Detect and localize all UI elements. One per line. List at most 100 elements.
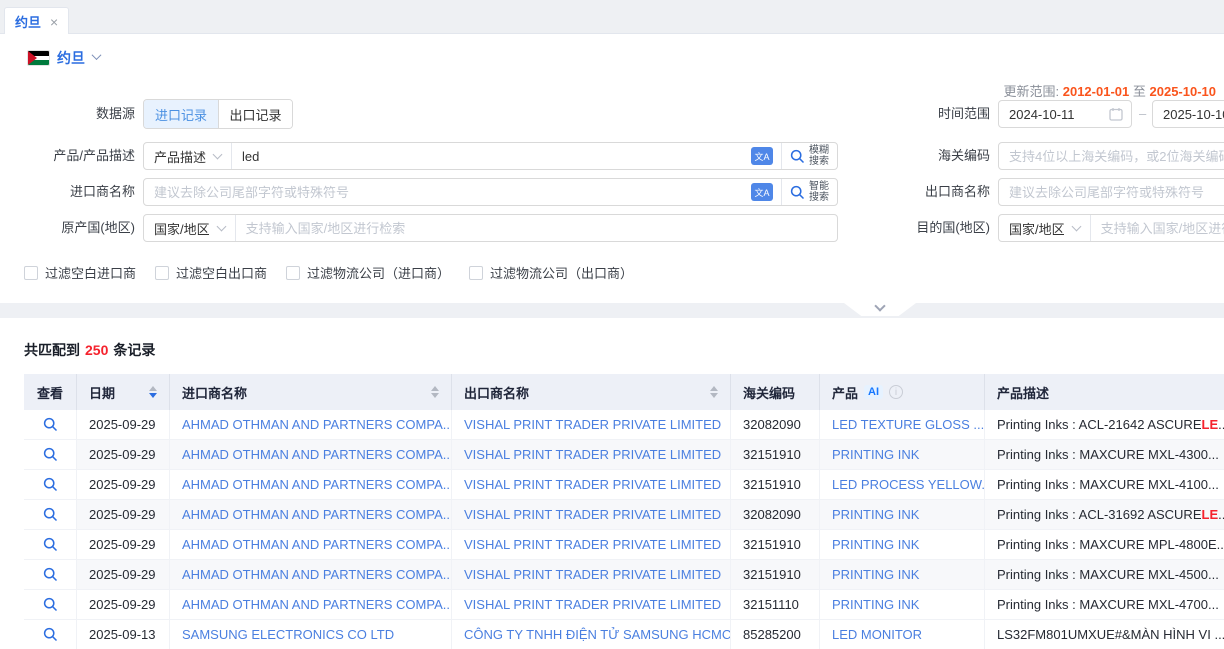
checkbox-filter-logistics-exporter[interactable]: 过滤物流公司（出口商） bbox=[469, 263, 633, 282]
table-row: 2025-09-13SAMSUNG ELECTRONICS CO LTDCÔNG… bbox=[24, 620, 1224, 649]
table-row: 2025-09-29AHMAD OTHMAN AND PARTNERS COMP… bbox=[24, 560, 1224, 590]
time-range-start-input[interactable] bbox=[999, 101, 1101, 127]
description-cell: Printing Inks : ACL-31692 ASCURE LE... bbox=[985, 500, 1224, 530]
destination-label: 目的国(地区) bbox=[860, 214, 990, 242]
description-cell: Printing Inks : MAXCURE MPL-4800E... bbox=[985, 530, 1224, 560]
importer-name-input[interactable] bbox=[144, 179, 743, 205]
hs-code-input[interactable] bbox=[999, 143, 1224, 169]
importer-link[interactable]: AHMAD OTHMAN AND PARTNERS COMPA... bbox=[170, 470, 452, 500]
column-header-exporter[interactable]: 出口商名称 bbox=[452, 374, 731, 410]
description-cell: Printing Inks : MAXCURE MXL-4100... bbox=[985, 470, 1224, 500]
view-record-button[interactable] bbox=[24, 530, 77, 560]
exporter-link[interactable]: VISHAL PRINT TRADER PRIVATE LIMITED bbox=[452, 440, 731, 470]
magnifier-icon bbox=[43, 537, 58, 552]
description-cell: Printing Inks : MAXCURE MXL-4300... bbox=[985, 440, 1224, 470]
product-link[interactable]: PRINTING INK bbox=[820, 590, 985, 620]
country-name: 约旦 bbox=[57, 48, 85, 68]
tab-jordan[interactable]: 约旦 × bbox=[4, 7, 69, 35]
importer-link[interactable]: AHMAD OTHMAN AND PARTNERS COMPA... bbox=[170, 410, 452, 440]
sort-icon-importer[interactable] bbox=[423, 386, 439, 398]
datasource-export-button[interactable]: 出口记录 bbox=[218, 100, 292, 128]
checkbox-icon[interactable] bbox=[286, 266, 300, 280]
sort-icon-date[interactable] bbox=[141, 386, 157, 398]
checkbox-filter-blank-exporter[interactable]: 过滤空白出口商 bbox=[155, 263, 267, 282]
checkbox-icon[interactable] bbox=[155, 266, 169, 280]
view-record-button[interactable] bbox=[24, 560, 77, 590]
view-record-button[interactable] bbox=[24, 470, 77, 500]
magnifier-icon bbox=[790, 185, 805, 200]
view-record-button[interactable] bbox=[24, 620, 77, 649]
product-link[interactable]: PRINTING INK bbox=[820, 530, 985, 560]
checkbox-filter-blank-importer[interactable]: 过滤空白进口商 bbox=[24, 263, 136, 282]
time-range-label: 时间范围 bbox=[860, 100, 990, 128]
date-cell: 2025-09-29 bbox=[77, 470, 170, 500]
collapse-panel-button[interactable] bbox=[844, 303, 916, 316]
jordan-flag-icon bbox=[28, 51, 49, 65]
hs-code-cell: 32151910 bbox=[731, 440, 820, 470]
product-field-select[interactable]: 产品描述 bbox=[144, 143, 231, 169]
datasource-import-button[interactable]: 进口记录 bbox=[144, 100, 218, 128]
table-row: 2025-09-29AHMAD OTHMAN AND PARTNERS COMP… bbox=[24, 590, 1224, 620]
view-record-button[interactable] bbox=[24, 590, 77, 620]
importer-link[interactable]: SAMSUNG ELECTRONICS CO LTD bbox=[170, 620, 452, 649]
chevron-down-icon bbox=[213, 149, 223, 159]
exporter-link[interactable]: VISHAL PRINT TRADER PRIVATE LIMITED bbox=[452, 560, 731, 590]
magnifier-icon bbox=[43, 477, 58, 492]
product-link[interactable]: LED MONITOR bbox=[820, 620, 985, 649]
origin-country-select[interactable]: 国家/地区 bbox=[144, 215, 235, 241]
origin-country-input[interactable] bbox=[236, 215, 837, 241]
view-record-button[interactable] bbox=[24, 410, 77, 440]
exporter-link[interactable]: VISHAL PRINT TRADER PRIVATE LIMITED bbox=[452, 530, 731, 560]
product-link[interactable]: LED PROCESS YELLOW... bbox=[820, 470, 985, 500]
hs-code-field bbox=[998, 142, 1224, 170]
exporter-link[interactable]: VISHAL PRINT TRADER PRIVATE LIMITED bbox=[452, 590, 731, 620]
exporter-link[interactable]: VISHAL PRINT TRADER PRIVATE LIMITED bbox=[452, 470, 731, 500]
destination-country-select[interactable]: 国家/地区 bbox=[999, 215, 1090, 241]
tab-close-icon[interactable]: × bbox=[50, 15, 58, 29]
checkbox-icon[interactable] bbox=[469, 266, 483, 280]
importer-link[interactable]: AHMAD OTHMAN AND PARTNERS COMPA... bbox=[170, 530, 452, 560]
view-record-button[interactable] bbox=[24, 440, 77, 470]
exporter-link[interactable]: VISHAL PRINT TRADER PRIVATE LIMITED bbox=[452, 410, 731, 440]
table-row: 2025-09-29AHMAD OTHMAN AND PARTNERS COMP… bbox=[24, 470, 1224, 500]
country-selector[interactable]: 约旦 bbox=[28, 48, 100, 68]
magnifier-icon bbox=[43, 447, 58, 462]
hs-code-cell: 32151910 bbox=[731, 560, 820, 590]
importer-link[interactable]: AHMAD OTHMAN AND PARTNERS COMPA... bbox=[170, 560, 452, 590]
exporter-link[interactable]: VISHAL PRINT TRADER PRIVATE LIMITED bbox=[452, 500, 731, 530]
exporter-link[interactable]: CÔNG TY TNHH ĐIỆN TỬ SAMSUNG HCMC... bbox=[452, 620, 731, 649]
exporter-name-input[interactable] bbox=[999, 179, 1224, 205]
importer-search-group: 文A 智能 搜索 bbox=[143, 178, 838, 206]
date-cell: 2025-09-29 bbox=[77, 500, 170, 530]
magnifier-icon bbox=[43, 507, 58, 522]
importer-link[interactable]: AHMAD OTHMAN AND PARTNERS COMPA... bbox=[170, 500, 452, 530]
time-range-end-input[interactable] bbox=[1153, 101, 1224, 127]
destination-country-input[interactable] bbox=[1091, 215, 1224, 241]
column-header-importer[interactable]: 进口商名称 bbox=[170, 374, 452, 410]
checkbox-icon[interactable] bbox=[24, 266, 38, 280]
product-link[interactable]: PRINTING INK bbox=[820, 560, 985, 590]
checkbox-filter-logistics-importer[interactable]: 过滤物流公司（进口商） bbox=[286, 263, 450, 282]
chevron-down-icon bbox=[92, 50, 102, 60]
importer-link[interactable]: AHMAD OTHMAN AND PARTNERS COMPA... bbox=[170, 590, 452, 620]
date-cell: 2025-09-29 bbox=[77, 560, 170, 590]
product-link[interactable]: PRINTING INK bbox=[820, 500, 985, 530]
sort-icon-exporter[interactable] bbox=[702, 386, 718, 398]
translate-icon[interactable]: 文A bbox=[751, 183, 773, 201]
info-icon[interactable]: i bbox=[889, 385, 903, 399]
hs-code-cell: 32082090 bbox=[731, 410, 820, 440]
magnifier-icon bbox=[43, 597, 58, 612]
view-record-button[interactable] bbox=[24, 500, 77, 530]
fuzzy-search-button[interactable]: 模糊 搜索 bbox=[781, 143, 837, 169]
date-cell: 2025-09-29 bbox=[77, 530, 170, 560]
smart-search-button[interactable]: 智能 搜索 bbox=[781, 179, 837, 205]
importer-link[interactable]: AHMAD OTHMAN AND PARTNERS COMPA... bbox=[170, 440, 452, 470]
column-header-date[interactable]: 日期 bbox=[77, 374, 170, 410]
column-header-hs-code: 海关编码 bbox=[731, 374, 820, 410]
importer-label: 进口商名称 bbox=[0, 178, 135, 206]
translate-icon[interactable]: 文A bbox=[751, 147, 773, 165]
product-search-input[interactable] bbox=[232, 143, 743, 169]
date-cell: 2025-09-29 bbox=[77, 440, 170, 470]
product-link[interactable]: PRINTING INK bbox=[820, 440, 985, 470]
product-link[interactable]: LED TEXTURE GLOSS ... bbox=[820, 410, 985, 440]
